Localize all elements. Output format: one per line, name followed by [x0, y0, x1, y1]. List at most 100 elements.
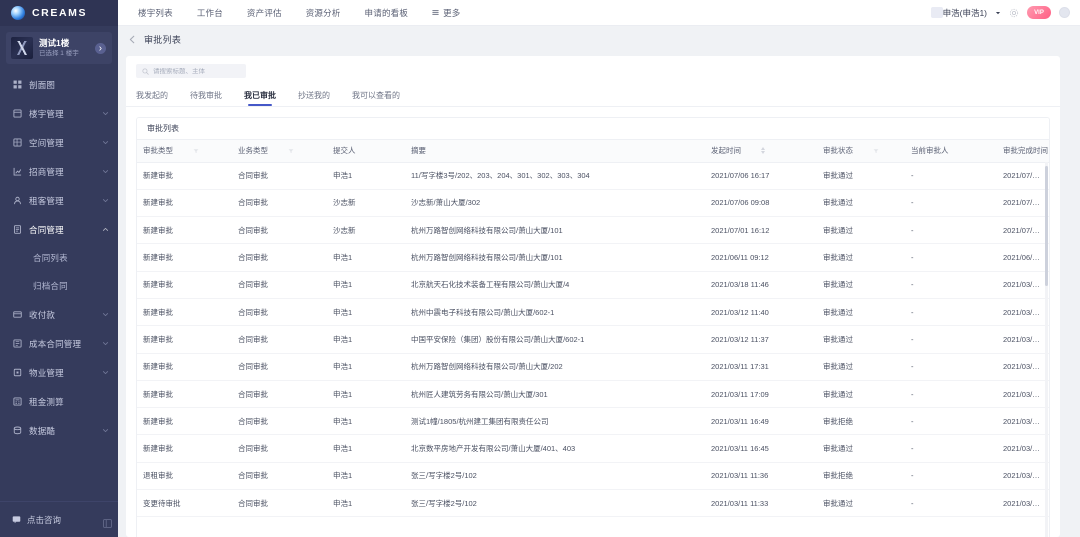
sidebar-item-label: 楼宇管理	[29, 108, 64, 119]
cell-submitter: 申浩1	[327, 298, 405, 327]
cell-status: 审批通过	[817, 162, 905, 190]
chevron-down-icon[interactable]	[102, 311, 109, 318]
brand[interactable]: CREAMS	[0, 0, 118, 26]
topnav-item-1[interactable]: 工作台	[185, 0, 235, 26]
table-row[interactable]: 退租审批 合同审批 申浩1 张三/写字楼2号/102 2021/03/11 11:36 审…	[137, 462, 1049, 491]
cell-summary: 北京数平房地产开发有限公司/萧山大厦/401、403	[405, 434, 705, 463]
column-header-status[interactable]: 审批状态	[817, 140, 905, 163]
sidebar-item-0[interactable]: 剖面图	[0, 70, 118, 99]
arrow-left-icon[interactable]	[128, 35, 137, 44]
cell-business_type: 合同审批	[232, 407, 327, 436]
cell-summary: 中国平安保险（集团）股份有限公司/萧山大厦/602-1	[405, 325, 705, 354]
sidebar-subitem-5-1[interactable]: 归档合同	[0, 272, 118, 300]
search-input[interactable]	[153, 67, 240, 75]
sidebar-subitem-5-0[interactable]: 合同列表	[0, 244, 118, 272]
menu-icon	[432, 9, 439, 16]
sort-icon[interactable]	[761, 147, 765, 155]
building-selector[interactable]: 测试1楼 已选择 1 楼宇	[6, 32, 112, 64]
cell-status: 审批通过	[817, 243, 905, 272]
table-row[interactable]: 新建审批 合同审批 申浩1 杭州万路智创网络科技有限公司/萧山大厦/101 2021/0…	[137, 243, 1049, 272]
chevron-down-icon[interactable]	[102, 110, 109, 117]
cell-start_time: 2021/03/11 17:31	[705, 353, 817, 381]
table-row[interactable]: 新建审批 合同审批 沙志新 沙志新/萧山大厦/302 2021/07/06 09:08 审…	[137, 189, 1049, 218]
chevron-down-icon[interactable]	[102, 340, 109, 347]
cell-approval_type: 新建审批	[137, 407, 232, 436]
filter-icon[interactable]	[193, 148, 199, 154]
tab-2[interactable]: 我已审批	[233, 84, 287, 106]
chevron-right-icon[interactable]	[95, 42, 106, 54]
chevron-down-icon[interactable]	[102, 139, 109, 146]
cell-start_time: 2021/06/11 09:12	[705, 243, 817, 272]
cell-finish_time: 2021/03/11 17:32	[997, 353, 1049, 381]
chevron-up-icon[interactable]	[102, 226, 109, 233]
topnav-item-2[interactable]: 资产评估	[235, 0, 294, 26]
gear-icon[interactable]	[1009, 8, 1019, 18]
sidebar-item-6[interactable]: 收付款	[0, 300, 118, 329]
sidebar-item-4[interactable]: 租客管理	[0, 186, 118, 215]
table-row[interactable]: 新建审批 合同审批 申浩1 杭州中震电子科技有限公司/萧山大厦/602-1 2021/0…	[137, 298, 1049, 327]
table-row[interactable]: 新建审批 合同审批 申浩1 杭州匠人建筑劳务有限公司/萧山大厦/301 2021/03/…	[137, 380, 1049, 409]
cell-finish_time: 2021/03/11 16:49	[997, 407, 1049, 436]
topnav-item-label: 工作台	[196, 7, 223, 18]
filter-icon[interactable]	[873, 148, 879, 154]
sidebar-item-7[interactable]: 成本合同管理	[0, 329, 118, 358]
column-header-start_time[interactable]: 发起时间	[705, 140, 817, 163]
column-header-finish_time: 审批完成时间	[997, 140, 1049, 163]
chevron-down-icon[interactable]	[102, 369, 109, 376]
topnav-item-0[interactable]: 楼宇列表	[126, 0, 185, 26]
tab-1[interactable]: 待我审批	[179, 84, 233, 106]
sidebar-item-10[interactable]: 数据酷	[0, 416, 118, 445]
cell-current_approver: -	[905, 489, 997, 518]
cell-submitter: 申浩1	[327, 162, 405, 190]
avatar[interactable]	[1059, 7, 1070, 18]
sidebar: CREAMS 测试1楼 已选择 1 楼宇 剖面图楼宇管理空间管理 招商管理 租客管理…	[0, 0, 118, 537]
collapse-icon[interactable]	[103, 519, 112, 528]
topnav-extra-button[interactable]	[930, 7, 943, 18]
cell-finish_time: 2021/07/06 16:17	[997, 162, 1049, 190]
cell-submitter: 申浩1	[327, 380, 405, 409]
cell-finish_time: 2021/03/11 17:12	[997, 380, 1049, 409]
sidebar-item-2[interactable]: 空间管理	[0, 128, 118, 157]
cell-submitter: 申浩1	[327, 243, 405, 272]
breadcrumb: 审批列表	[118, 26, 1080, 52]
scrollbar-thumb[interactable]	[1045, 166, 1048, 286]
table-row[interactable]: 新建审批 合同审批 申浩1 北京航天石化技术装备工程有限公司/萧山大厦/4 2021/0…	[137, 271, 1049, 299]
cell-approval_type: 新建审批	[137, 298, 232, 327]
sidebar-item-3[interactable]: 招商管理	[0, 157, 118, 186]
table-row[interactable]: 新建审批 合同审批 沙志新 杭州万路智创网络科技有限公司/萧山大厦/101 2021/0…	[137, 216, 1049, 245]
topnav-item-5[interactable]: 更多	[420, 0, 472, 26]
column-header-approval_type[interactable]: 审批类型	[137, 140, 232, 163]
caret-down-icon[interactable]	[995, 10, 1001, 16]
search-box[interactable]	[136, 64, 246, 78]
tab-0[interactable]: 我发起的	[136, 84, 179, 106]
sidebar-item-9[interactable]: 租金测算	[0, 387, 118, 416]
tab-3[interactable]: 抄送我的	[287, 84, 341, 106]
cell-start_time: 2021/07/01 16:12	[705, 216, 817, 245]
cell-start_time: 2021/03/11 11:36	[705, 462, 817, 491]
table-row[interactable]: 新建审批 合同审批 申浩1 中国平安保险（集团）股份有限公司/萧山大厦/602-1 20…	[137, 325, 1049, 354]
table-row[interactable]: 新建审批 合同审批 申浩1 北京数平房地产开发有限公司/萧山大厦/401、403 202…	[137, 434, 1049, 463]
sidebar-item-1[interactable]: 楼宇管理	[0, 99, 118, 128]
table-row[interactable]: 新建审批 合同审批 申浩1 测试1幢/1805/杭州建工集团有限责任公司 2021/03…	[137, 407, 1049, 436]
status-badge[interactable]: VIP	[1027, 6, 1051, 19]
topnav-item-label: 楼宇列表	[138, 7, 173, 18]
topnav-item-3[interactable]: 资源分析	[294, 0, 353, 26]
sidebar-item-5[interactable]: 合同管理	[0, 215, 118, 244]
topnav-item-label: 更多	[443, 7, 461, 18]
chevron-down-icon[interactable]	[102, 168, 109, 175]
filter-icon[interactable]	[288, 148, 294, 154]
table-row[interactable]: 新建审批 合同审批 申浩1 杭州万路智创网络科技有限公司/萧山大厦/202 2021/0…	[137, 353, 1049, 381]
table-row[interactable]: 变更待审批 合同审批 申浩1 张三/写字楼2号/102 2021/03/11 11:33…	[137, 489, 1049, 518]
topnav-item-4[interactable]: 申请的看板	[353, 0, 421, 26]
column-header-business_type[interactable]: 业务类型	[232, 140, 327, 163]
cell-current_approver: -	[905, 380, 997, 409]
consult-button[interactable]: 点击咨询	[0, 501, 118, 537]
chevron-down-icon[interactable]	[102, 427, 109, 434]
cell-approval_type: 新建审批	[137, 216, 232, 245]
sidebar-item-8[interactable]: 物业管理	[0, 358, 118, 387]
table-row[interactable]: 新建审批 合同审批 申浩1 11/写字楼3号/202、203、204、301、302、…	[137, 162, 1049, 190]
chevron-down-icon[interactable]	[102, 197, 109, 204]
sidebar-item-label: 收付款	[29, 309, 56, 320]
chat-icon	[12, 515, 21, 524]
tab-4[interactable]: 我可以查看的	[341, 84, 411, 106]
